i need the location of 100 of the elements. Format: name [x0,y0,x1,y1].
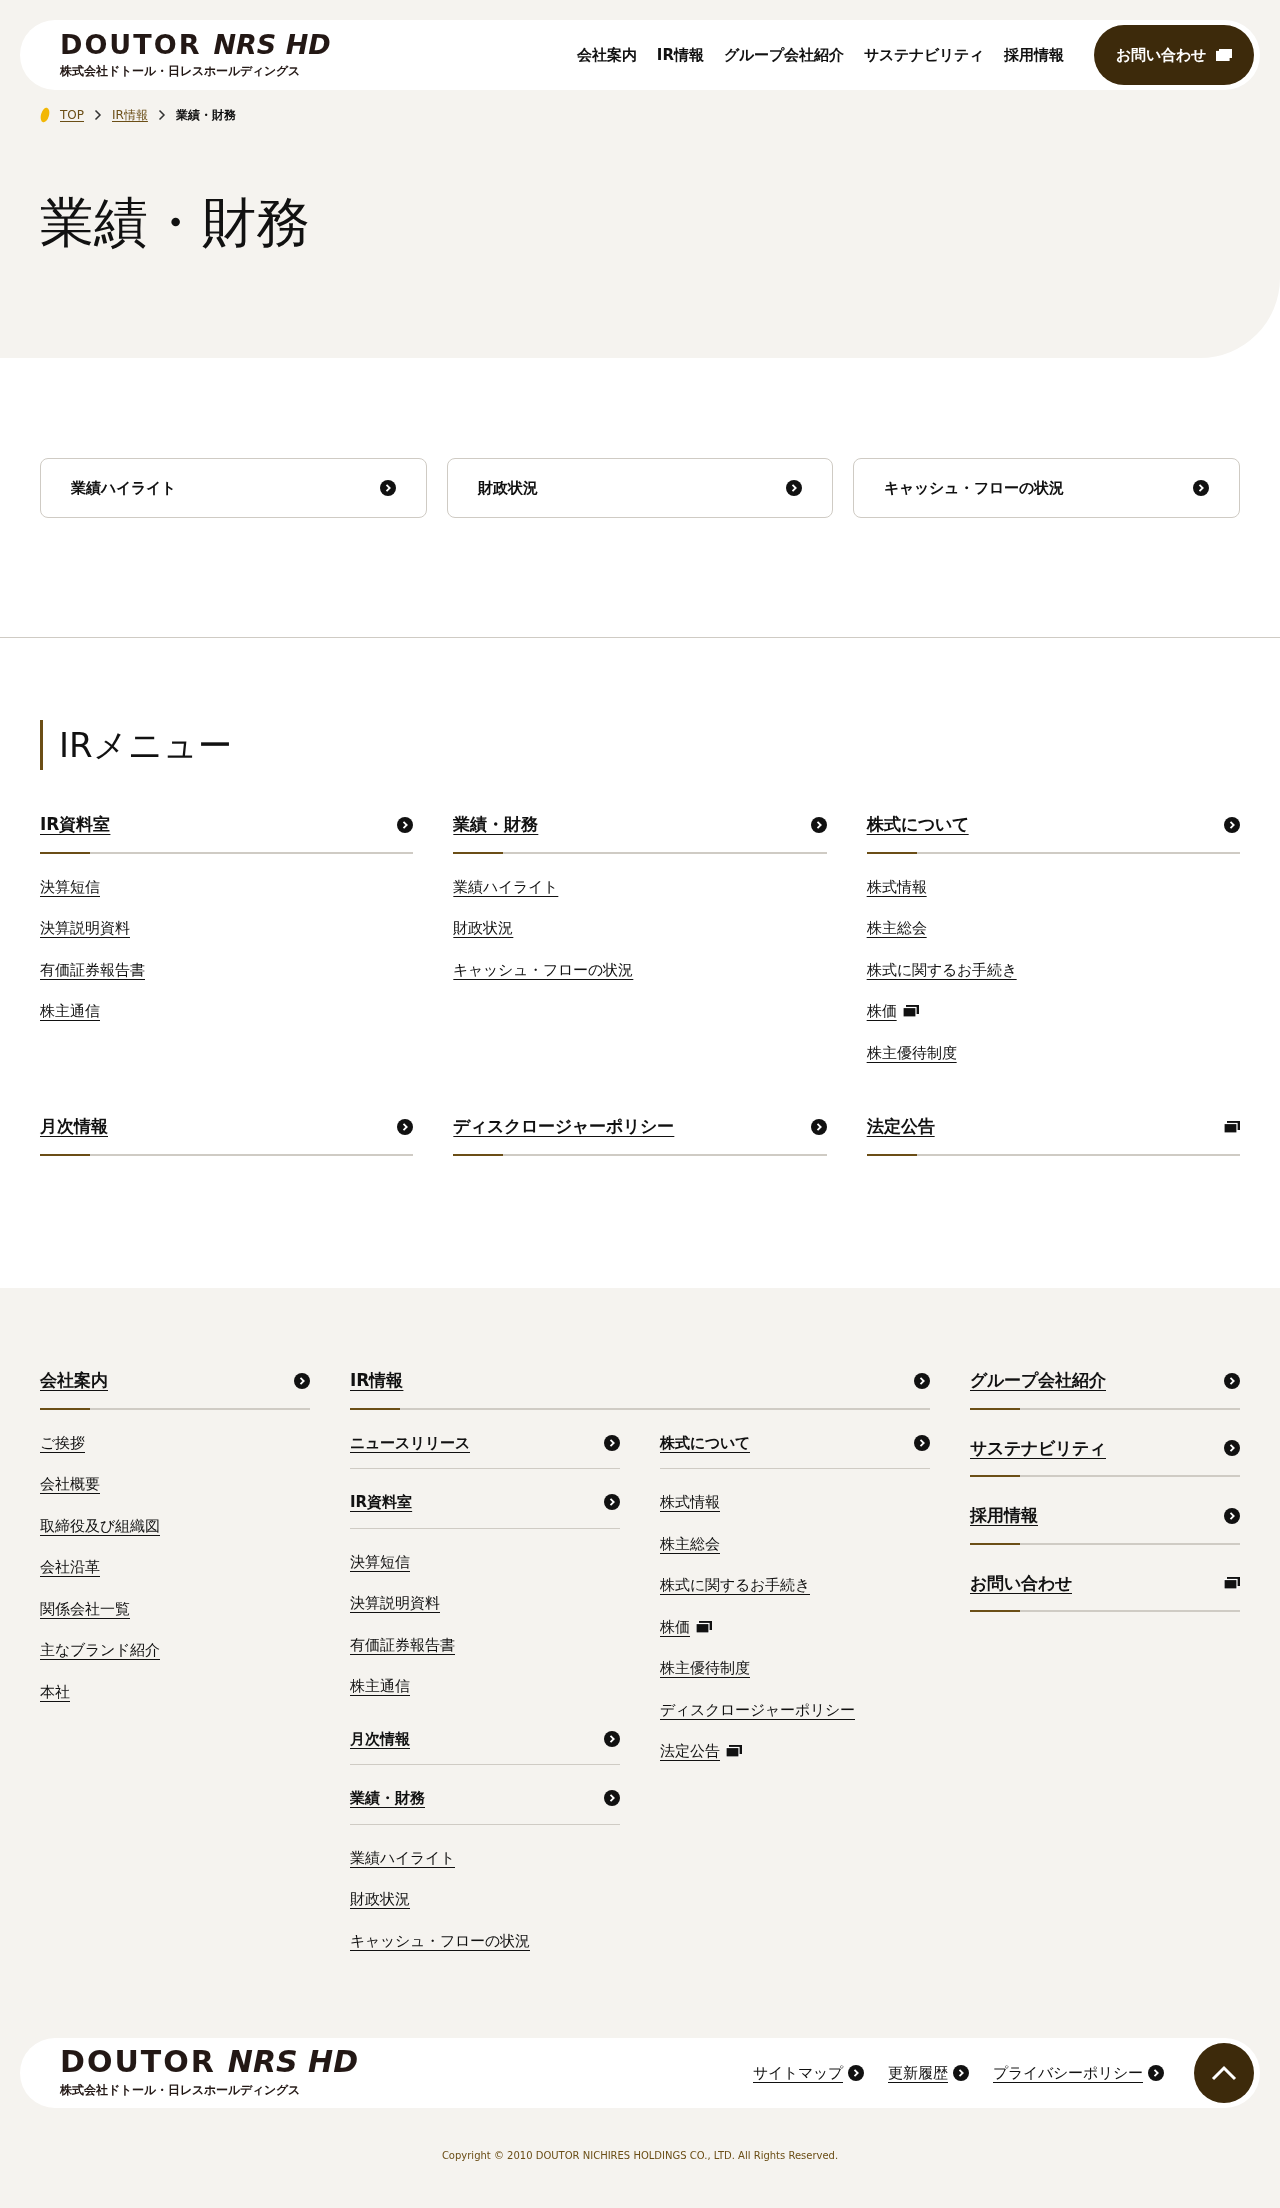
menu-link[interactable]: 有価証券報告書 [350,1633,455,1656]
logo-sub-brand: NRS HD [213,30,331,58]
section-link[interactable]: ニュースリリース [350,1431,470,1454]
section-link[interactable]: IR情報 [350,1368,404,1394]
chevron-up-icon [1211,2065,1237,2081]
menu-link[interactable]: 取締役及び組織図 [40,1514,160,1537]
anchor-button[interactable]: 財政状況 [446,458,834,518]
contact-button[interactable]: お問い合わせ [1094,25,1254,85]
section-link[interactable]: ディスクロージャーポリシー [453,1114,675,1140]
external-window-icon [1216,49,1232,61]
external-window-icon [726,1745,742,1758]
section-link[interactable]: IR資料室 [40,812,111,838]
arrow-circle-icon [786,480,803,496]
menu-link[interactable]: 株主優待制度 [660,1657,750,1680]
menu-link[interactable]: 有価証券報告書 [40,958,145,981]
menu-link[interactable]: 財政状況 [453,917,514,940]
menu-link[interactable]: ご挨拶 [40,1431,85,1454]
arrow-circle-icon [914,1372,930,1389]
section-link[interactable]: サステナビリティ [970,1435,1106,1461]
logo-sub-brand: NRS HD [227,2047,359,2077]
section-link[interactable]: 月次情報 [350,1727,410,1750]
section-title: IRメニュー [40,720,1240,770]
chevron-right-icon [157,109,166,121]
nav-link[interactable]: IR情報 [656,43,704,67]
section-link[interactable]: 法定公告 [866,1114,935,1140]
nav-link[interactable]: 会社案内 [576,43,637,67]
arrow-circle-icon [1224,1507,1240,1524]
menu-link[interactable]: 業績ハイライト [453,875,559,898]
arrow-circle-icon [604,1730,620,1747]
menu-link[interactable]: 法定公告 [660,1740,742,1763]
arrow-circle-icon [604,1494,620,1511]
section-link[interactable]: 月次情報 [40,1114,108,1140]
arrow-circle-icon [604,1434,620,1451]
footer-link[interactable]: サイトマップ [753,2061,843,2085]
menu-link[interactable]: 関係会社一覧 [40,1597,130,1620]
arrow-circle-icon [397,1118,414,1135]
menu-link[interactable]: 業績ハイライト [350,1846,455,1869]
menu-link[interactable]: 決算説明資料 [40,917,130,940]
arrow-circle-icon [914,1434,930,1451]
back-to-top-button[interactable] [1194,2043,1254,2103]
anchor-button[interactable]: 業績ハイライト [40,458,427,518]
arrow-circle-icon [1224,816,1240,833]
menu-link[interactable]: 決算短信 [350,1550,410,1573]
nav-link[interactable]: グループ会社紹介 [724,43,844,67]
menu-link[interactable]: 株主優待制度 [866,1041,957,1064]
menu-link[interactable]: 株主総会 [866,917,927,940]
menu-link[interactable]: 株主通信 [350,1675,410,1698]
footer-link[interactable]: プライバシーポリシー [993,2061,1143,2085]
logo-brand: DOUTOR [60,30,202,58]
section-link[interactable]: 業績・財務 [453,812,539,838]
arrow-circle-icon [604,1790,620,1807]
arrow-circle-icon [953,2065,969,2081]
menu-link[interactable]: キャッシュ・フローの状況 [453,958,634,981]
section-link[interactable]: 業績・財務 [350,1787,425,1810]
external-window-icon [1224,1120,1240,1133]
nav-link[interactable]: サステナビリティ [864,43,984,67]
menu-link[interactable]: 株主通信 [40,1000,100,1023]
section-link[interactable]: 株式について [660,1431,750,1454]
page-title: 業績・財務 [40,196,311,250]
menu-link[interactable]: 主なブランド紹介 [40,1639,160,1662]
arrow-circle-icon [379,480,396,496]
menu-link[interactable]: 会社沿革 [40,1556,100,1579]
section-link[interactable]: グループ会社紹介 [970,1368,1106,1394]
nav-link[interactable]: 採用情報 [1004,43,1064,67]
footer-link[interactable]: 更新履歴 [888,2061,948,2085]
section-link[interactable]: お問い合わせ [970,1570,1072,1596]
menu-link[interactable]: キャッシュ・フローの状況 [350,1929,530,1952]
menu-link[interactable]: 決算説明資料 [350,1592,440,1615]
menu-link[interactable]: 株式に関するお手続き [866,958,1017,981]
section-link[interactable]: 採用情報 [970,1503,1038,1529]
section-link[interactable]: 会社案内 [40,1368,108,1394]
menu-link[interactable]: 会社概要 [40,1473,100,1496]
arrow-circle-icon [1193,480,1209,496]
menu-link[interactable]: 本社 [40,1680,70,1703]
menu-link[interactable]: 株価 [866,1000,919,1023]
logo-company-name: 株式会社ドトール・日レスホールディングス [60,62,301,80]
menu-link[interactable]: 財政状況 [350,1888,410,1911]
menu-link[interactable]: 決算短信 [40,875,100,898]
section-link[interactable]: 株式について [866,812,969,838]
menu-link[interactable]: 株式に関するお手続き [660,1574,810,1597]
breadcrumb-link[interactable]: TOP [60,106,84,124]
anchor-button[interactable]: キャッシュ・フローの状況 [853,458,1240,518]
breadcrumb-link[interactable]: IR情報 [112,106,148,124]
arrow-circle-icon [397,816,414,833]
external-window-icon [902,1005,919,1018]
copyright-text: Copyright © 2010 DOUTOR NICHIRES HOLDINGS CO., LTD. All Rights Reserved. [440,2149,840,2163]
logo-company-name: 株式会社ドトール・日レスホールディングス [60,2082,301,2099]
arrow-circle-icon [1224,1372,1240,1389]
chevron-right-icon [94,109,102,121]
logo-brand: DOUTOR [60,2047,216,2077]
menu-link[interactable]: 株式情報 [660,1491,720,1514]
menu-link[interactable]: 株主総会 [660,1532,720,1555]
menu-link[interactable]: 株式情報 [866,875,927,898]
arrow-circle-icon [1148,2065,1164,2081]
menu-link[interactable]: ディスクロージャーポリシー [660,1698,855,1721]
arrow-circle-icon [810,816,827,833]
arrow-circle-icon [848,2065,864,2081]
section-link[interactable]: IR資料室 [350,1491,413,1514]
external-window-icon [696,1620,712,1633]
menu-link[interactable]: 株価 [660,1615,712,1638]
